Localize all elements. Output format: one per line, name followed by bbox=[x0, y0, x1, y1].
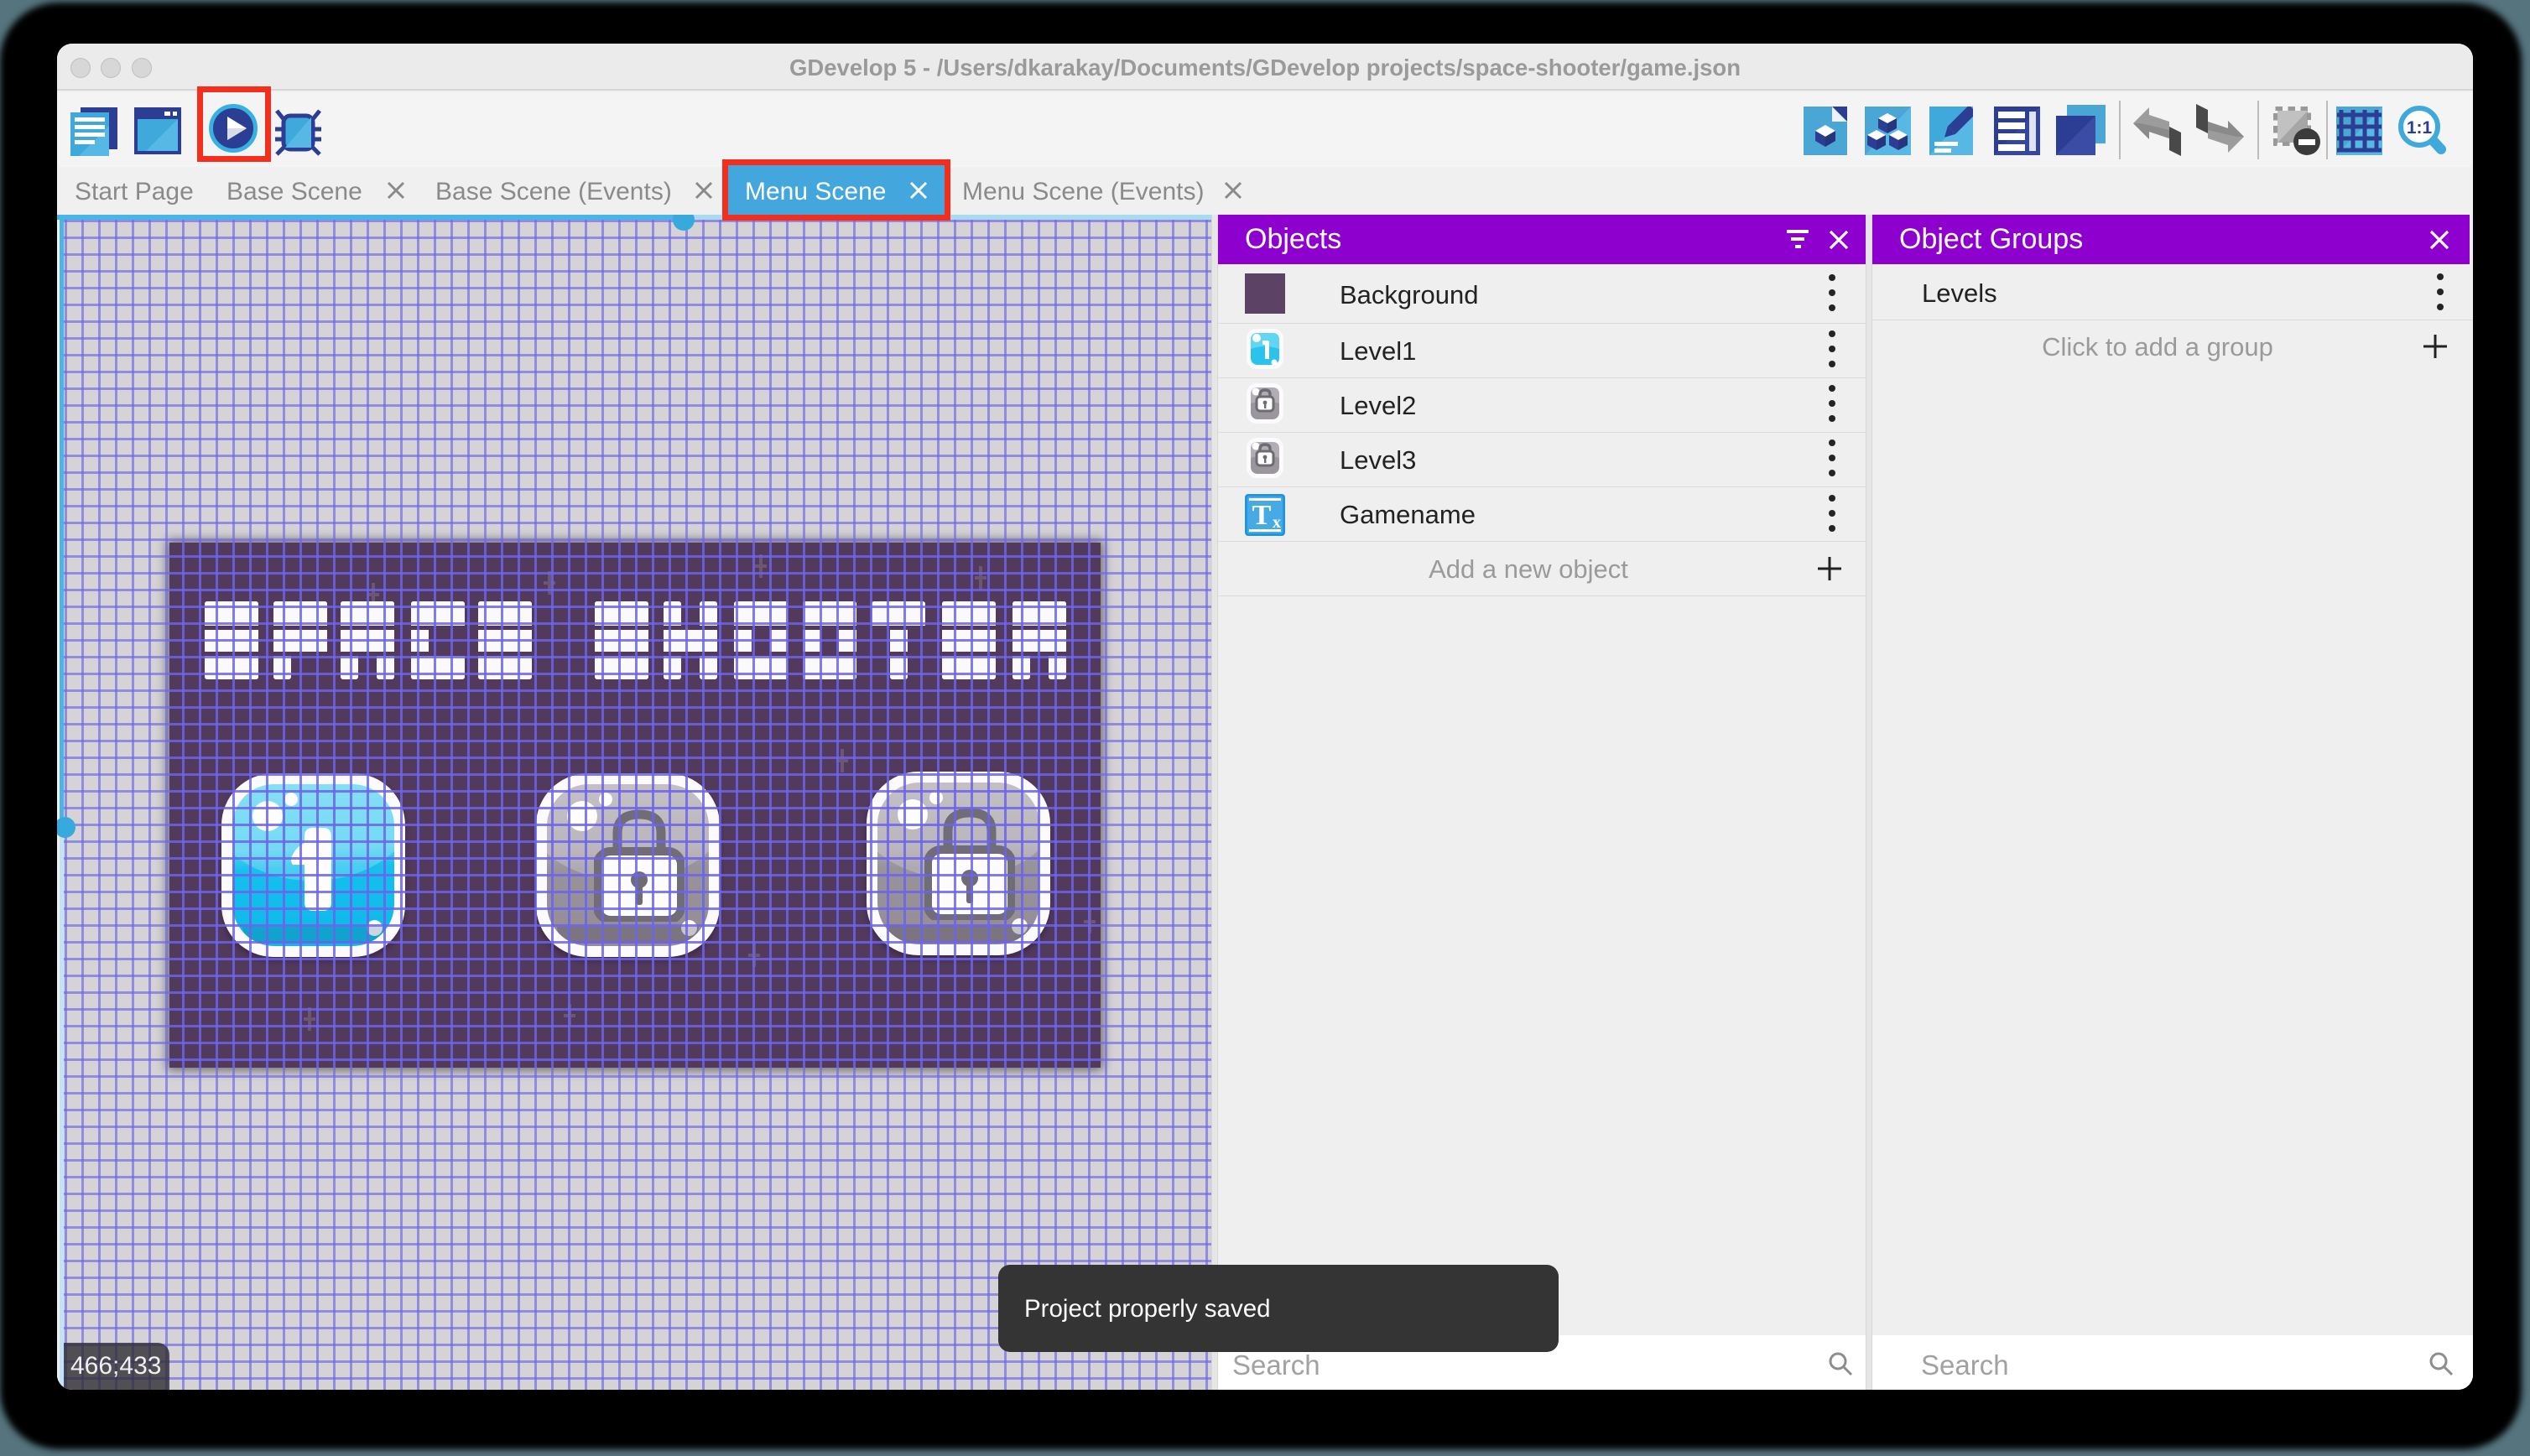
svg-text:T: T bbox=[1252, 500, 1272, 531]
svg-text:x: x bbox=[1273, 513, 1281, 532]
svg-text:1:1: 1:1 bbox=[2407, 118, 2433, 138]
